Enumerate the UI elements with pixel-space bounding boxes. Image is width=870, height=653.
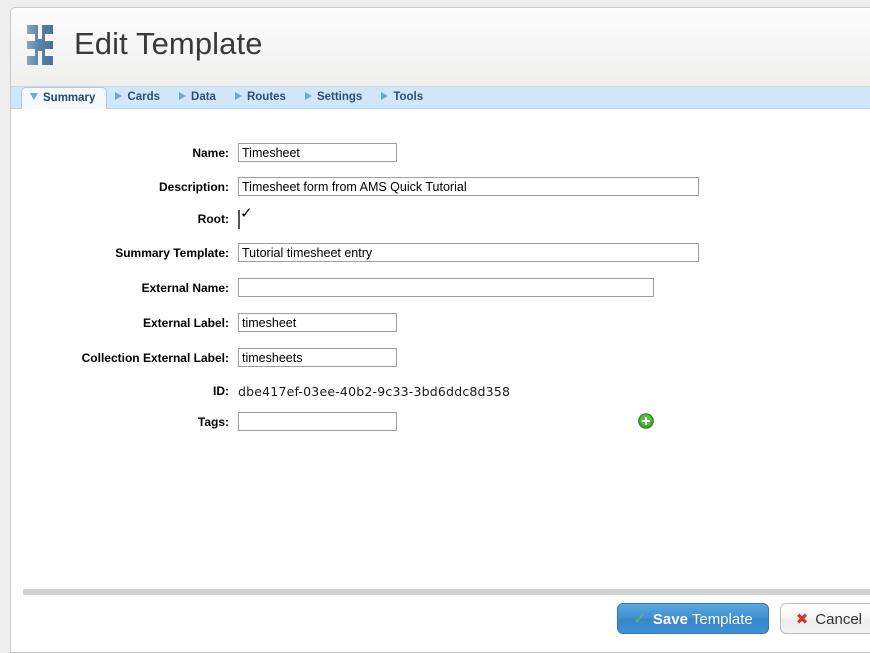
tags-input[interactable] (238, 412, 397, 431)
name-input[interactable] (238, 143, 397, 162)
id-value: dbe417ef-03ee-40b2-9c33-3bd6ddc8d358 (238, 384, 510, 399)
description-field-wrap (238, 177, 699, 196)
tags-label: Tags: (11, 415, 229, 429)
root-checkbox-wrap: ✓ (238, 211, 240, 229)
tab-tools-label: Tools (393, 91, 423, 103)
triangle-down-icon (30, 93, 38, 100)
app-logo-icon (24, 21, 66, 69)
row-id: ID: dbe417ef-03ee-40b2-9c33-3bd6ddc8d358 (11, 384, 870, 402)
tab-tools[interactable]: Tools (373, 87, 434, 109)
description-label: Description: (11, 180, 229, 194)
tab-data[interactable]: Data (171, 87, 227, 109)
root-checkbox[interactable]: ✓ (238, 210, 240, 229)
page-title: Edit Template (74, 26, 263, 62)
tab-routes-label: Routes (247, 91, 286, 103)
tab-bar: Summary Cards Data Routes Settings Tools (11, 87, 870, 109)
tab-routes[interactable]: Routes (227, 87, 297, 109)
summary-template-field-wrap (238, 243, 699, 262)
external-label-input[interactable] (238, 313, 397, 332)
footer-divider (23, 589, 870, 595)
checkmark-icon: ✓ (240, 206, 253, 221)
save-template-button-strong: Save (653, 611, 688, 628)
row-name: Name: (11, 146, 870, 164)
tab-data-label: Data (191, 91, 216, 103)
tab-summary[interactable]: Summary (21, 87, 107, 109)
triangle-right-icon (305, 92, 312, 100)
triangle-right-icon (115, 92, 122, 100)
collection-external-label-label: Collection External Label: (11, 351, 229, 365)
row-collection-external-label: Collection External Label: (11, 351, 870, 369)
tab-cards-label: Cards (127, 91, 160, 103)
root-label: Root: (11, 212, 229, 226)
tab-settings[interactable]: Settings (297, 87, 373, 109)
tab-summary-label: Summary (43, 92, 95, 104)
collection-external-label-input[interactable] (238, 348, 397, 367)
triangle-right-icon (235, 92, 242, 100)
external-name-field-wrap (238, 278, 654, 297)
row-description: Description: (11, 180, 870, 198)
triangle-right-icon (381, 92, 388, 100)
external-label-label: External Label: (11, 316, 229, 330)
row-root: Root: ✓ (11, 212, 870, 230)
save-template-button-rest: Template (688, 611, 753, 628)
cross-icon: ✖ (796, 604, 809, 634)
id-value-wrap: dbe417ef-03ee-40b2-9c33-3bd6ddc8d358 (238, 383, 510, 401)
add-circle-icon[interactable] (638, 413, 654, 429)
triangle-right-icon (179, 92, 186, 100)
edit-template-panel: Edit Template Summary Cards Data Routes Sett… (10, 7, 870, 653)
page-header: Edit Template (11, 8, 870, 87)
summary-form: Name: Description: Root: ✓ Summary Templ… (11, 109, 870, 583)
external-name-input[interactable] (238, 278, 654, 297)
row-external-label: External Label: (11, 316, 870, 334)
cancel-button[interactable]: ✖ Cancel (780, 603, 870, 634)
id-label: ID: (11, 384, 229, 398)
collection-external-label-field-wrap (238, 348, 397, 367)
check-icon: ✓ (633, 604, 646, 634)
row-external-name: External Name: (11, 281, 870, 299)
name-label: Name: (11, 146, 229, 160)
tags-field-wrap (238, 412, 397, 431)
summary-template-input[interactable] (238, 243, 699, 262)
external-label-field-wrap (238, 313, 397, 332)
footer-buttons: ✓ Save Template ✖ Cancel (617, 603, 870, 634)
row-summary-template: Summary Template: (11, 246, 870, 264)
external-name-label: External Name: (11, 281, 229, 295)
name-field-wrap (238, 143, 397, 162)
tab-cards[interactable]: Cards (107, 87, 171, 109)
tab-settings-label: Settings (317, 91, 362, 103)
cancel-button-label: Cancel (815, 611, 862, 628)
row-tags: Tags: (11, 415, 870, 433)
page-footer: ✓ Save Template ✖ Cancel (11, 583, 870, 646)
description-input[interactable] (238, 177, 699, 196)
save-template-button[interactable]: ✓ Save Template (617, 603, 768, 634)
summary-template-label: Summary Template: (11, 246, 229, 260)
